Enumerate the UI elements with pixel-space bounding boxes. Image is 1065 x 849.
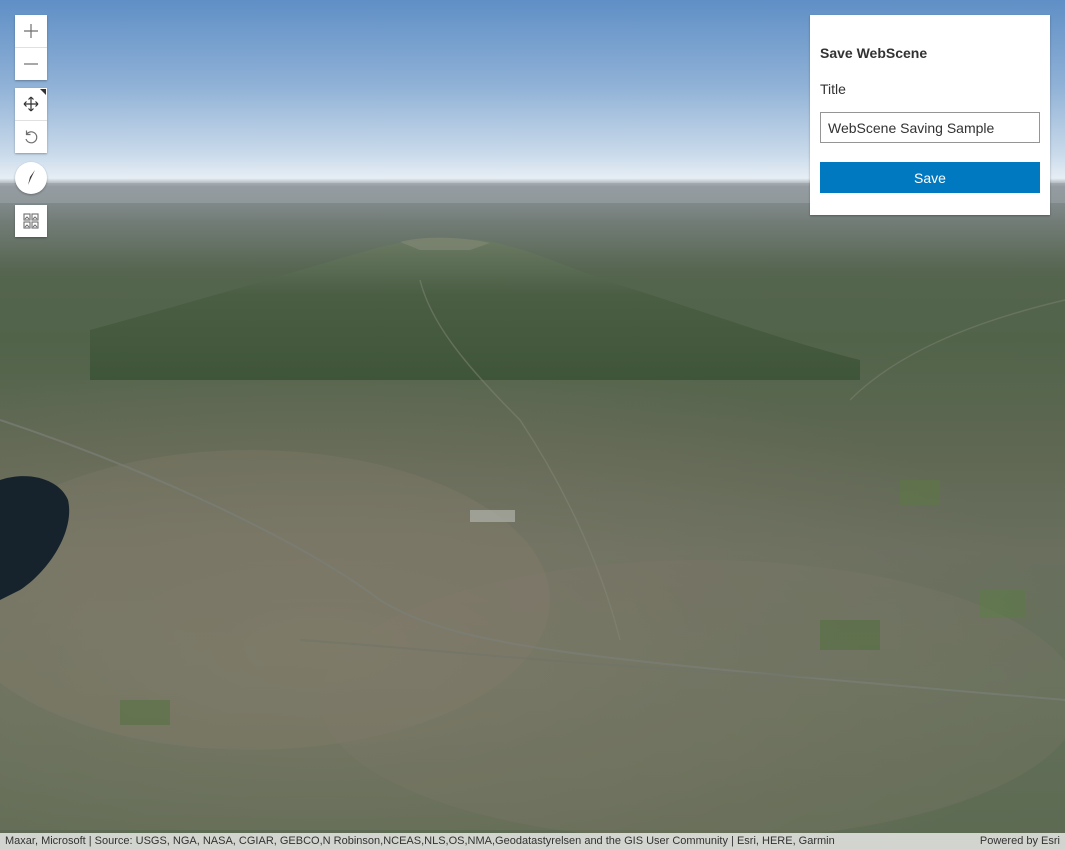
save-button[interactable]: Save [820,162,1040,193]
basemap-toggle-button[interactable] [15,205,47,237]
field [820,620,880,650]
rotate-button[interactable] [15,120,47,153]
zoom-in-button[interactable] [15,15,47,47]
field [900,480,940,505]
minus-icon [24,63,38,65]
field [120,700,170,725]
zoom-out-button[interactable] [15,47,47,80]
zoom-control [15,15,47,80]
basemap-gallery-icon [23,213,39,229]
attribution-bar: Maxar, Microsoft | Source: USGS, NGA, NA… [0,833,1065,849]
building-block [470,510,515,522]
navigation-toggle [15,88,47,153]
compass-button[interactable] [15,162,47,194]
pan-icon [23,96,39,112]
urban-patch-south [320,560,1065,840]
powered-by-esri[interactable]: Powered by Esri [980,833,1060,849]
attribution-sources[interactable]: Maxar, Microsoft | Source: USGS, NGA, NA… [5,833,835,849]
save-webscene-panel: Save WebScene Title Save [810,15,1050,215]
active-indicator [40,89,46,95]
rotate-icon [25,130,38,144]
field [980,590,1025,618]
volcano-shape [90,239,860,380]
plus-icon [24,24,38,38]
compass-icon [28,170,35,185]
title-label: Title [820,81,846,97]
title-input[interactable] [820,112,1040,143]
pan-button[interactable] [15,88,47,120]
panel-heading: Save WebScene [820,45,928,61]
basemap-toggle [15,205,47,237]
